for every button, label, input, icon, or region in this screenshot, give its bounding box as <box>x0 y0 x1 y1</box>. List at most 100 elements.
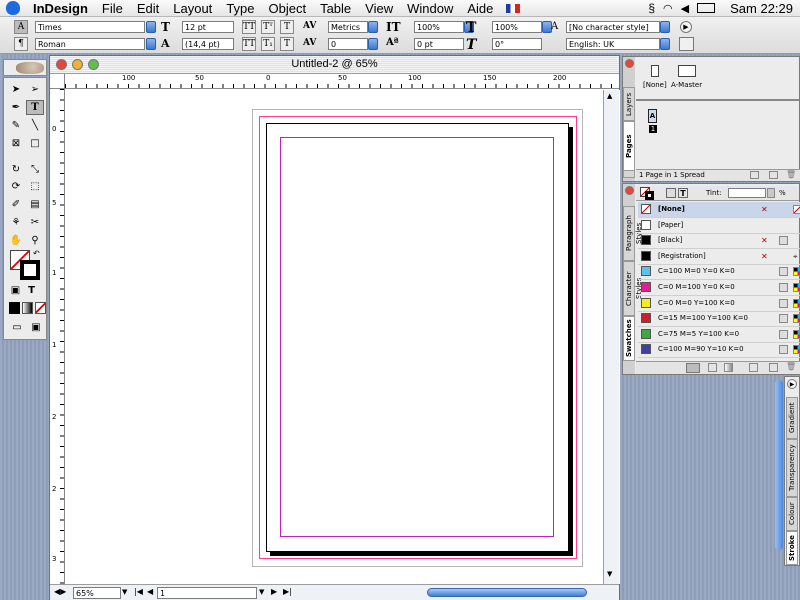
tab-colour[interactable]: Colour <box>786 497 798 531</box>
pages-divider[interactable] <box>636 99 799 101</box>
tint-field[interactable] <box>728 188 766 198</box>
formatting-container-icon[interactable]: ▣ <box>9 284 22 297</box>
baseline-shift-field[interactable]: 0 pt <box>414 38 464 50</box>
page-flip-icon[interactable]: ◀▶ <box>54 587 66 598</box>
swatch-row[interactable]: C=75 M=5 Y=100 K=0 <box>638 327 800 343</box>
close-swatches-panel-button[interactable] <box>625 186 634 195</box>
frame-tool-icon[interactable]: ⊠ <box>7 136 25 151</box>
menu-file[interactable]: File <box>95 1 130 16</box>
menu-view[interactable]: View <box>358 1 400 16</box>
scroll-down-icon[interactable]: ▼ <box>607 570 617 580</box>
rectangle-tool-icon[interactable]: □ <box>26 136 44 151</box>
swatch-row[interactable]: C=0 M=0 Y=100 K=0 <box>638 296 800 312</box>
zoom-tool-icon[interactable]: ⚲ <box>26 233 44 248</box>
tab-gradient[interactable]: Gradient <box>786 397 798 439</box>
first-page-icon[interactable]: |◀ <box>134 587 143 596</box>
next-page-icon[interactable]: ▶ <box>271 587 277 596</box>
apply-gradient-icon[interactable] <box>22 302 33 314</box>
new-page-icon[interactable] <box>750 171 759 179</box>
show-gradient-swatches-icon[interactable] <box>724 363 733 372</box>
battery-icon[interactable] <box>697 3 716 13</box>
page-1-thumbnail[interactable]: A <box>648 109 657 123</box>
direct-selection-tool-icon[interactable]: ➢ <box>26 82 44 97</box>
paragraph-mode-button[interactable]: ¶ <box>14 37 28 51</box>
new-master-icon[interactable] <box>769 171 778 179</box>
strikethrough-button[interactable]: T <box>280 37 294 51</box>
horizontal-scroll-thumb[interactable] <box>427 588 587 597</box>
all-caps-button[interactable]: TT <box>242 20 256 34</box>
scale-tool-icon[interactable]: ⤡ <box>26 162 44 177</box>
font-size-field[interactable]: 12 pt <box>182 21 234 33</box>
tab-stroke[interactable]: Stroke <box>786 531 798 565</box>
font-style-field[interactable]: Roman <box>35 38 145 50</box>
swatch-stroke-icon[interactable] <box>645 191 654 200</box>
french-flag-icon[interactable] <box>506 3 521 13</box>
last-page-icon[interactable]: ▶| <box>283 587 292 596</box>
minimize-window-button[interactable] <box>72 59 83 70</box>
eyedropper-tool-icon[interactable]: ✐ <box>7 197 25 212</box>
line-tool-icon[interactable]: ╲ <box>26 118 44 133</box>
apply-color-icon[interactable] <box>9 302 20 314</box>
wifi-icon[interactable]: ◠ <box>663 2 673 15</box>
rotate-tool-icon[interactable]: ↻ <box>7 162 25 177</box>
tab-transparency[interactable]: Transparency <box>786 439 798 497</box>
pencil-tool-icon[interactable]: ✎ <box>7 118 25 133</box>
vertical-scrollbar[interactable]: ▲ ▼ <box>603 90 619 584</box>
tab-pages[interactable]: Pages <box>623 121 635 171</box>
button-tool-icon[interactable]: ⚘ <box>7 215 25 230</box>
none-master-icon[interactable] <box>651 65 659 77</box>
font-style-dropdown[interactable] <box>146 38 156 50</box>
menu-aide[interactable]: Aide <box>460 1 500 16</box>
new-swatch-icon[interactable] <box>749 363 758 372</box>
free-transform-tool-icon[interactable]: ⬚ <box>26 179 44 194</box>
tracking-dropdown[interactable] <box>368 38 378 50</box>
swatch-row[interactable]: C=100 M=0 Y=0 K=0 <box>638 264 800 281</box>
type-tool-icon[interactable]: T <box>26 100 44 115</box>
zoom-window-button[interactable] <box>88 59 99 70</box>
swatch-row[interactable]: C=100 M=90 Y=10 K=0 <box>638 342 800 359</box>
language-dropdown[interactable] <box>660 38 670 50</box>
normal-view-icon[interactable]: ▭ <box>9 320 25 333</box>
menu-type[interactable]: Type <box>219 1 261 16</box>
close-pages-panel-button[interactable] <box>625 59 634 68</box>
volume-icon[interactable]: ◀ <box>681 2 689 15</box>
character-style-dropdown[interactable] <box>660 21 670 33</box>
swatch-row[interactable]: [Paper] <box>638 218 800 234</box>
hand-tool-icon[interactable]: ✋ <box>7 233 25 248</box>
stroke-swatch[interactable] <box>20 260 40 280</box>
shear-tool-icon[interactable]: ⟳ <box>7 179 25 194</box>
script-menu-icon[interactable]: § <box>648 1 655 15</box>
gradient-tool-icon[interactable]: ▤ <box>26 197 44 212</box>
a-master-icon[interactable] <box>678 65 696 77</box>
kerning-dropdown[interactable] <box>368 21 378 33</box>
ruler-origin[interactable] <box>50 74 65 89</box>
subscript-button[interactable]: T₁ <box>261 37 275 51</box>
tab-layers[interactable]: Layers <box>623 87 635 121</box>
pasteboard[interactable] <box>66 90 620 584</box>
menu-table[interactable]: Table <box>313 1 358 16</box>
swatch-row[interactable]: [None] ✕ <box>638 202 800 218</box>
delete-swatch-icon[interactable]: 🗑 <box>786 362 796 371</box>
show-color-swatches-icon[interactable] <box>708 363 717 372</box>
language-field[interactable]: English: UK <box>566 38 660 50</box>
menubar-clock[interactable]: Sam 22:29 <box>723 1 800 16</box>
apple-menu-icon[interactable] <box>6 1 20 15</box>
leading-field[interactable]: (14,4 pt) <box>182 38 234 50</box>
zoom-dropdown-icon[interactable]: ▼ <box>122 588 127 596</box>
menu-layout[interactable]: Layout <box>166 1 219 16</box>
tint-stepper[interactable] <box>767 188 775 198</box>
page-dropdown-icon[interactable]: ▼ <box>259 588 264 596</box>
swatch-text-icon[interactable]: T <box>678 188 688 198</box>
scissors-tool-icon[interactable]: ✂ <box>26 215 44 230</box>
show-all-swatches-icon[interactable] <box>686 363 700 373</box>
font-family-dropdown[interactable] <box>146 21 156 33</box>
swatch-row[interactable]: [Black] ✕ <box>638 233 800 250</box>
swap-fill-stroke-icon[interactable]: ↶ <box>33 249 40 258</box>
scroll-up-icon[interactable]: ▲ <box>607 92 617 102</box>
selection-tool-icon[interactable]: ➤ <box>7 82 25 97</box>
palette-menu-arrow-icon[interactable]: ▶ <box>680 21 692 33</box>
character-style-field[interactable]: [No character style] <box>566 21 660 33</box>
horizontal-scale-field[interactable]: 100% <box>492 21 542 33</box>
character-mode-button[interactable]: A <box>14 20 28 34</box>
vertical-ruler[interactable]: 0 5 1 1 2 2 3 <box>50 89 65 584</box>
